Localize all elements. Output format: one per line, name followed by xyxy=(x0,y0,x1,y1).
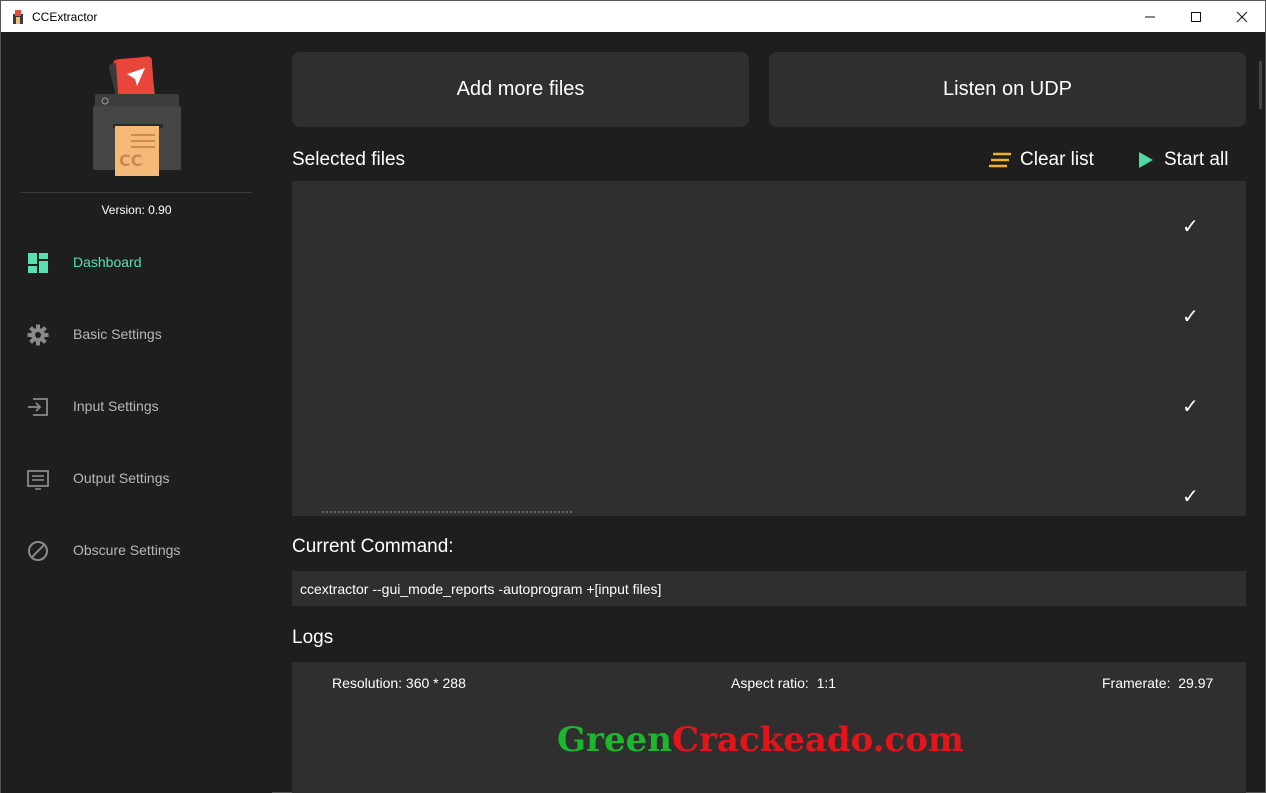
sidebar-item-label: Obscure Settings xyxy=(73,542,181,558)
maximize-button[interactable] xyxy=(1173,1,1219,32)
list-item[interactable]: ✓ xyxy=(292,181,1246,271)
input-icon xyxy=(28,398,48,416)
clear-list-label: Clear list xyxy=(1020,149,1094,170)
logs-title: Logs xyxy=(292,627,334,648)
sidebar-item-label: Input Settings xyxy=(73,398,159,414)
add-more-files-button[interactable]: Add more files xyxy=(292,52,749,127)
selected-files-title: Selected files xyxy=(292,149,406,170)
list-item[interactable]: ✓ xyxy=(292,361,1246,451)
start-all-label: Start all xyxy=(1164,149,1229,170)
list-item[interactable]: ✓ xyxy=(292,271,1246,361)
watermark-green: Green xyxy=(557,720,672,760)
listen-on-udp-button[interactable]: Listen on UDP xyxy=(769,52,1246,127)
log-aspect-ratio: Aspect ratio: 1:1 xyxy=(731,675,837,691)
clear-list-icon xyxy=(989,152,1011,168)
clear-list-button[interactable]: Clear list xyxy=(988,149,1094,171)
sidebar-item-basic-settings[interactable]: Basic Settings xyxy=(1,314,272,354)
check-icon: ✓ xyxy=(1182,304,1199,328)
close-button[interactable] xyxy=(1219,1,1265,32)
main-panel: Add more files Listen on UDP Selected fi… xyxy=(272,32,1265,793)
sidebar-item-dashboard[interactable]: Dashboard xyxy=(1,242,272,282)
log-resolution: Resolution: 360 * 288 xyxy=(332,675,466,691)
dashboard-icon xyxy=(28,253,48,273)
sidebar-divider xyxy=(21,192,252,193)
ccextractor-logo: CC xyxy=(87,54,187,182)
check-icon: ✓ xyxy=(1182,394,1199,418)
title-bar: CCExtractor xyxy=(1,1,1265,32)
current-command-title: Current Command: xyxy=(292,536,454,557)
check-icon: ✓ xyxy=(1182,484,1199,508)
selected-files-list[interactable]: ✓ ✓ ✓ ✓ xyxy=(292,181,1246,516)
sidebar-item-label: Basic Settings xyxy=(73,326,162,342)
minimize-icon xyxy=(1145,16,1155,17)
watermark-red: Crackeado xyxy=(671,720,873,760)
window-controls xyxy=(1127,1,1265,32)
list-scroll-indicator xyxy=(322,511,572,515)
maximize-icon xyxy=(1191,11,1201,22)
sidebar-item-output-settings[interactable]: Output Settings xyxy=(1,458,272,498)
play-icon xyxy=(1139,152,1153,168)
logs-panel: Resolution: 360 * 288 Aspect ratio: 1:1 … xyxy=(292,662,1246,793)
svg-text:CC: CC xyxy=(119,151,142,170)
version-label: Version: 0.90 xyxy=(101,203,172,217)
sidebar-item-input-settings[interactable]: Input Settings xyxy=(1,386,272,426)
sidebar-item-label: Dashboard xyxy=(73,254,142,270)
close-icon xyxy=(1236,11,1248,22)
log-framerate: Framerate: 29.97 xyxy=(1102,675,1214,691)
app-window: CCExtractor CC Version: 0.90 Dashboard B… xyxy=(0,0,1266,793)
sidebar-item-obscure-settings[interactable]: Obscure Settings xyxy=(1,530,272,570)
window-scrollbar[interactable] xyxy=(1259,61,1262,109)
window-title: CCExtractor xyxy=(32,9,98,24)
minimize-button[interactable] xyxy=(1127,1,1173,32)
sidebar-item-label: Output Settings xyxy=(73,470,170,486)
gear-icon xyxy=(27,324,49,346)
watermark-tail: .com xyxy=(872,720,964,760)
sidebar: CC Version: 0.90 Dashboard Basic Setting… xyxy=(1,32,272,793)
output-icon xyxy=(27,470,49,490)
current-command-field[interactable]: ccextractor --gui_mode_reports -autoprog… xyxy=(292,571,1246,606)
check-icon: ✓ xyxy=(1182,214,1199,238)
list-item[interactable]: ✓ xyxy=(292,451,1246,516)
watermark-text: GreenCrackeado.com xyxy=(557,720,964,760)
block-icon xyxy=(28,541,48,561)
app-icon xyxy=(10,9,26,25)
start-all-button[interactable]: Start all xyxy=(1137,149,1228,171)
